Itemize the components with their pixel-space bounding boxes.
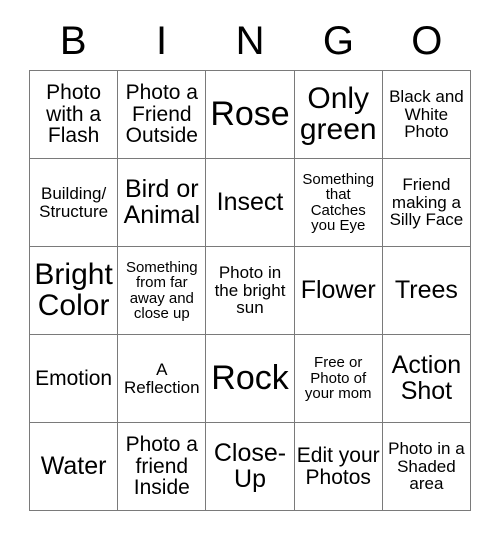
bingo-cell-label: Edit your Photos xyxy=(296,443,380,489)
bingo-cell-label: Photo in a Shaded area xyxy=(388,439,465,494)
bingo-cell-label: Photo a Friend Outside xyxy=(125,81,198,148)
bingo-cell[interactable]: Friend making a Silly Face xyxy=(382,159,472,247)
bingo-cell-label: Photo in the bright sun xyxy=(214,263,286,318)
bingo-card: B I N G O Photo with a Flash Photo a Fri… xyxy=(29,12,472,511)
bingo-cell[interactable]: Close-Up xyxy=(206,423,295,511)
bingo-header-letter-o: O xyxy=(411,19,443,63)
bingo-cell[interactable]: Rock xyxy=(206,335,295,423)
bingo-cell[interactable]: Edit your Photos xyxy=(294,423,383,511)
bingo-header: B I N G O xyxy=(29,12,471,70)
bingo-cell-label: Building/ Structure xyxy=(39,184,109,221)
bingo-cell[interactable]: Rose xyxy=(206,71,295,159)
bingo-cell[interactable]: Something from far away and close up xyxy=(118,247,207,335)
bingo-cell-label: Flower xyxy=(300,275,376,304)
bingo-row: Water Photo a friend Inside Close-Up Edi… xyxy=(30,423,472,511)
bingo-cell[interactable]: Photo in the bright sun xyxy=(206,247,295,335)
bingo-row: Building/ Structure Bird or Animal Insec… xyxy=(30,159,472,247)
bingo-cell[interactable]: Free or Photo of your mom xyxy=(294,335,383,423)
bingo-cell[interactable]: Something that Catches you Eye xyxy=(294,159,383,247)
bingo-cell[interactable]: Trees xyxy=(382,247,472,335)
bingo-cell-label: Insect xyxy=(216,187,284,216)
bingo-cell[interactable]: Insect xyxy=(206,159,295,247)
bingo-header-letter-i: I xyxy=(156,19,168,63)
bingo-cell-label: Action Shot xyxy=(391,350,462,405)
bingo-row: Emotion A Reflection Rock Free or Photo … xyxy=(30,335,472,423)
bingo-row: Bright Color Something from far away and… xyxy=(30,247,472,335)
bingo-cell-label: Rose xyxy=(210,94,290,133)
bingo-cell-label: Trees xyxy=(394,275,458,304)
bingo-cell-label: Black and White Photo xyxy=(389,87,464,142)
bingo-cell-label: Close-Up xyxy=(213,438,287,493)
bingo-cell-label: Bird or Animal xyxy=(123,174,201,229)
bingo-cell[interactable]: A Reflection xyxy=(118,335,207,423)
bingo-cell[interactable]: Bright Color xyxy=(30,247,119,335)
bingo-grid: Photo with a Flash Photo a Friend Outsid… xyxy=(29,70,472,511)
bingo-row: Photo with a Flash Photo a Friend Outsid… xyxy=(30,71,472,159)
bingo-cell[interactable]: Bird or Animal xyxy=(118,159,207,247)
bingo-cell-label: Free or Photo of your mom xyxy=(304,354,372,403)
bingo-cell[interactable]: Black and White Photo xyxy=(382,71,472,159)
bingo-cell[interactable]: Photo in a Shaded area xyxy=(382,423,472,511)
bingo-cell[interactable]: Water xyxy=(30,423,119,511)
bingo-cell-label: Emotion xyxy=(35,366,113,390)
bingo-cell[interactable]: Photo a Friend Outside xyxy=(118,71,207,159)
bingo-cell-label: Photo a friend Inside xyxy=(125,433,198,500)
bingo-header-letter-n: N xyxy=(235,19,265,63)
bingo-cell-label: Something from far away and close up xyxy=(125,258,198,322)
bingo-cell-label: Something that Catches you Eye xyxy=(302,170,375,234)
bingo-cell-label: Bright Color xyxy=(34,257,113,322)
bingo-cell[interactable]: Emotion xyxy=(30,335,119,423)
bingo-header-letter-b: B xyxy=(59,19,87,63)
bingo-cell[interactable]: Flower xyxy=(294,247,383,335)
bingo-cell[interactable]: Action Shot xyxy=(382,335,472,423)
bingo-cell[interactable]: Only green xyxy=(294,71,383,159)
bingo-cell[interactable]: Photo with a Flash xyxy=(30,71,119,159)
bingo-cell-label: Photo with a Flash xyxy=(46,81,102,148)
bingo-cell-label: Only green xyxy=(299,81,377,146)
bingo-cell-label: Rock xyxy=(211,358,289,397)
bingo-cell-label: A Reflection xyxy=(124,360,200,397)
bingo-cell-label: Friend making a Silly Face xyxy=(389,175,464,230)
bingo-cell[interactable]: Building/ Structure xyxy=(30,159,119,247)
bingo-cell[interactable]: Photo a friend Inside xyxy=(118,423,207,511)
bingo-header-letter-g: G xyxy=(322,19,354,63)
bingo-cell-label: Water xyxy=(40,451,107,480)
